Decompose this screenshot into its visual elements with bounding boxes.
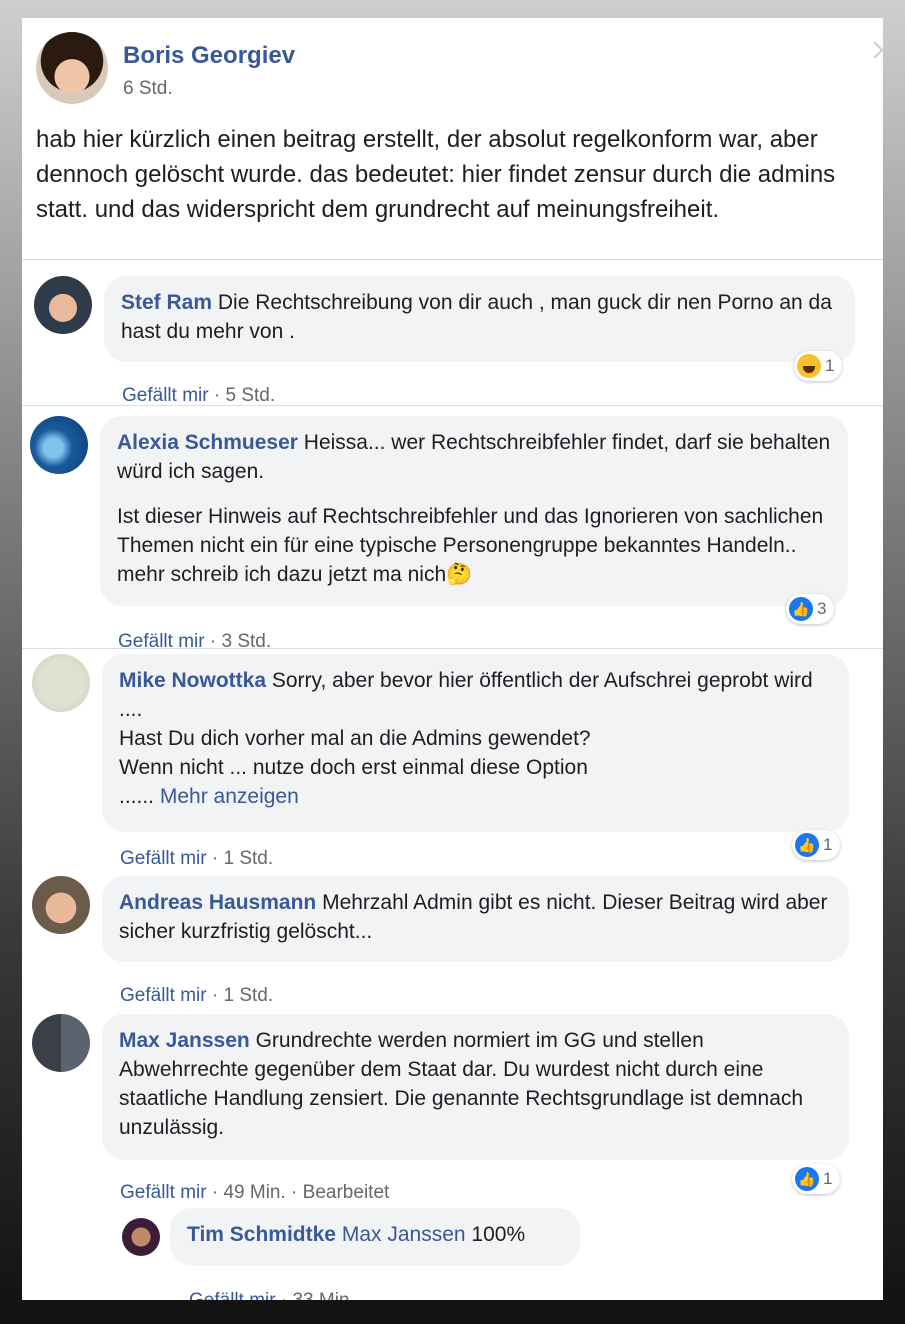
avatar[interactable] bbox=[32, 876, 90, 934]
post-text: hab hier kürzlich einen beitrag erstellt… bbox=[36, 126, 836, 223]
comment-author[interactable]: Andreas Hausmann bbox=[119, 891, 316, 914]
like-link[interactable]: Gefällt mir bbox=[120, 985, 207, 1006]
comment-bubble: Max Janssen Grundrechte werden normiert … bbox=[102, 1014, 849, 1160]
comment-meta: Gefällt mir · 3 Std. bbox=[118, 631, 272, 652]
comment-time[interactable]: 1 Std. bbox=[223, 848, 273, 869]
post-author[interactable]: Boris Georgiev bbox=[123, 42, 295, 70]
comment-bubble: Tim Schmidtke Max Janssen 100% bbox=[170, 1208, 580, 1266]
reaction-badge[interactable]: 1 bbox=[794, 351, 843, 381]
comment-text: Die Rechtschreibung von dir auch , man g… bbox=[121, 291, 832, 343]
comment-bubble: Mike Nowottka Sorry, aber bevor hier öff… bbox=[102, 654, 849, 832]
avatar[interactable] bbox=[32, 654, 90, 712]
comment-bubble: Andreas Hausmann Mehrzahl Admin gibt es … bbox=[102, 876, 849, 962]
like-link[interactable]: Gefällt mir bbox=[189, 1290, 276, 1300]
like-icon: 👍 bbox=[795, 833, 819, 857]
reaction-count: 1 bbox=[825, 356, 835, 375]
like-link[interactable]: Gefällt mir bbox=[122, 385, 209, 406]
comment-meta: Gefällt mir · 5 Std. bbox=[122, 385, 276, 406]
comment-bubble: Stef Ram Die Rechtschreibung von dir auc… bbox=[104, 276, 855, 362]
avatar[interactable] bbox=[30, 416, 88, 474]
reaction-count: 3 bbox=[817, 599, 827, 618]
comment-time[interactable]: 49 Min. bbox=[223, 1182, 285, 1203]
reaction-badge[interactable]: 👍 1 bbox=[792, 830, 841, 860]
chevron-down-icon[interactable] bbox=[866, 41, 883, 59]
comment-line: Wenn nicht ... nutze doch erst einmal di… bbox=[119, 756, 588, 779]
comment-text-2: Ist dieser Hinweis auf Rechtschreibfehle… bbox=[117, 505, 824, 586]
divider bbox=[22, 648, 883, 649]
like-link[interactable]: Gefällt mir bbox=[120, 1182, 207, 1203]
comment-author[interactable]: Tim Schmidtke bbox=[187, 1223, 336, 1246]
reaction-count: 1 bbox=[823, 1169, 833, 1188]
comment-line: Hast Du dich vorher mal an die Admins ge… bbox=[119, 727, 591, 750]
avatar[interactable] bbox=[34, 276, 92, 334]
like-icon: 👍 bbox=[789, 597, 813, 621]
comment-author[interactable]: Max Janssen bbox=[119, 1029, 250, 1052]
like-icon: 👍 bbox=[795, 1167, 819, 1191]
comment-time[interactable]: 5 Std. bbox=[225, 385, 275, 406]
post-card: Boris Georgiev 6 Std. hab hier kürzlich … bbox=[22, 18, 883, 1300]
comment-time[interactable]: 1 Std. bbox=[223, 985, 273, 1006]
mention-link[interactable]: Max Janssen bbox=[342, 1223, 466, 1246]
edited-label: Bearbeitet bbox=[302, 1182, 390, 1203]
haha-icon bbox=[797, 354, 821, 378]
like-link[interactable]: Gefällt mir bbox=[120, 848, 207, 869]
comment-author[interactable]: Alexia Schmueser bbox=[117, 431, 298, 454]
see-more-link[interactable]: Mehr anzeigen bbox=[160, 785, 299, 808]
comment-author[interactable]: Mike Nowottka bbox=[119, 669, 266, 692]
divider bbox=[22, 259, 883, 260]
avatar[interactable] bbox=[32, 1014, 90, 1072]
comment-meta: Gefällt mir · 1 Std. bbox=[120, 985, 274, 1006]
post-time[interactable]: 6 Std. bbox=[123, 78, 173, 100]
comment-meta: Gefällt mir · 49 Min. · Bearbeitet bbox=[120, 1182, 390, 1203]
comment-text: 100% bbox=[471, 1223, 526, 1246]
author-avatar[interactable] bbox=[36, 32, 108, 104]
comment-meta: Gefällt mir · 33 Min. bbox=[189, 1290, 355, 1300]
comment-bubble: Alexia Schmueser Heissa... wer Rechtschr… bbox=[100, 416, 848, 606]
comment-time[interactable]: 33 Min. bbox=[292, 1290, 354, 1300]
comment-line: ...... bbox=[119, 785, 155, 808]
divider bbox=[22, 405, 883, 406]
comment-author[interactable]: Stef Ram bbox=[121, 291, 212, 314]
reaction-count: 1 bbox=[823, 835, 833, 854]
comment-meta: Gefällt mir · 1 Std. bbox=[120, 848, 274, 869]
avatar[interactable] bbox=[122, 1218, 160, 1256]
reaction-badge[interactable]: 👍 3 bbox=[786, 594, 835, 624]
reaction-badge[interactable]: 👍 1 bbox=[792, 1164, 841, 1194]
